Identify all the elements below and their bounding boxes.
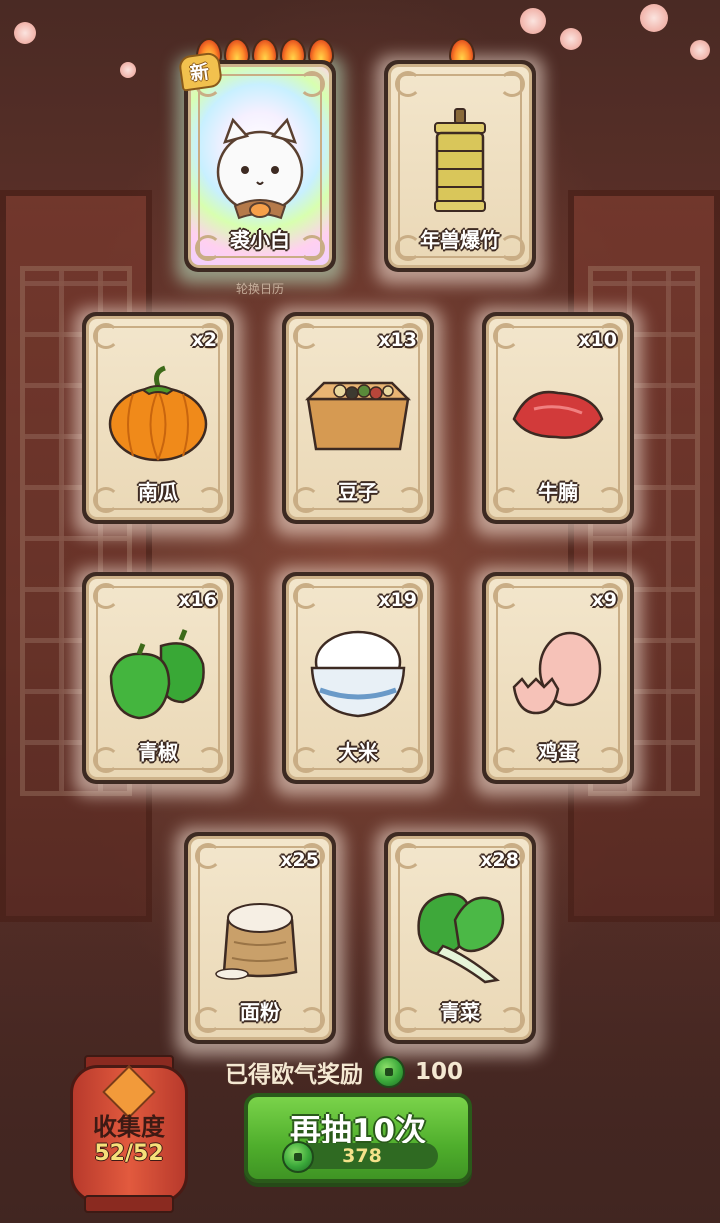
- collection-title: 收集度: [93, 1113, 165, 1141]
- white-cat-icon: [216, 117, 304, 220]
- beans-box-icon: [304, 381, 412, 451]
- item-count: x19: [378, 589, 417, 611]
- draw-cost: 378: [282, 1141, 438, 1173]
- collection-lantern[interactable]: 收集度 52/52: [70, 1055, 188, 1213]
- featured-card-pet[interactable]: 裘小白 新: [177, 51, 336, 272]
- card-label: 大米: [338, 740, 378, 764]
- beef-icon: [512, 390, 604, 439]
- jade-coin-icon: [373, 1056, 405, 1088]
- card-label: 面粉: [240, 1000, 280, 1024]
- green-pepper-icon: [109, 629, 205, 720]
- bok-choy-icon: [417, 892, 505, 984]
- card-label: 牛腩: [538, 480, 578, 504]
- item-card-flour[interactable]: x25 面粉: [184, 832, 336, 1044]
- draw-cost-value: 378: [342, 1145, 382, 1167]
- draw-again-button[interactable]: 再抽10次 378: [244, 1093, 472, 1183]
- firecracker-icon: [434, 108, 486, 213]
- item-count: x28: [480, 849, 519, 871]
- reward-label: 已得欧气奖励: [225, 1062, 363, 1088]
- luck-reward: 已得欧气奖励 100: [225, 1055, 463, 1089]
- item-card-pumpkin[interactable]: x2 南瓜: [82, 312, 234, 524]
- card-label: 豆子: [338, 480, 378, 504]
- item-card-beans[interactable]: x13 豆子: [282, 312, 434, 524]
- item-count: x9: [591, 589, 617, 611]
- card-label: 南瓜: [138, 480, 178, 504]
- item-card-rice[interactable]: x19 大米: [282, 572, 434, 784]
- card-label: 青菜: [440, 1000, 480, 1024]
- door-right: [568, 190, 720, 922]
- item-card-beef[interactable]: x10 牛腩: [482, 312, 634, 524]
- item-card-bokchoy[interactable]: x28 青菜: [384, 832, 536, 1044]
- pumpkin-icon: [108, 365, 208, 462]
- card-label: 鸡蛋: [538, 740, 578, 764]
- reward-value: 100: [415, 1059, 464, 1085]
- item-card-egg[interactable]: x9 鸡蛋: [482, 572, 634, 784]
- blossom-branch: [0, 0, 720, 90]
- card-label: 青椒: [138, 740, 178, 764]
- item-count: x13: [378, 329, 417, 351]
- item-count: x16: [178, 589, 217, 611]
- item-count: x25: [280, 849, 319, 871]
- new-badge: 新: [177, 51, 224, 92]
- card-label: 年兽爆竹: [420, 228, 500, 252]
- rotation-calendar-text: 轮换日历: [235, 282, 284, 296]
- featured-card-firecracker[interactable]: 年兽爆竹: [384, 60, 536, 272]
- item-count: x10: [578, 329, 617, 351]
- item-card-pepper[interactable]: x16 青椒: [82, 572, 234, 784]
- jade-coin-icon: [282, 1141, 314, 1173]
- item-count: x2: [191, 329, 217, 351]
- door-left: [0, 190, 152, 922]
- rice-bowl-icon: [310, 630, 406, 718]
- collection-value: 52/52: [94, 1141, 164, 1166]
- egg-icon: [512, 631, 602, 715]
- flour-sack-icon: [215, 903, 298, 980]
- card-label: 裘小白: [230, 228, 290, 252]
